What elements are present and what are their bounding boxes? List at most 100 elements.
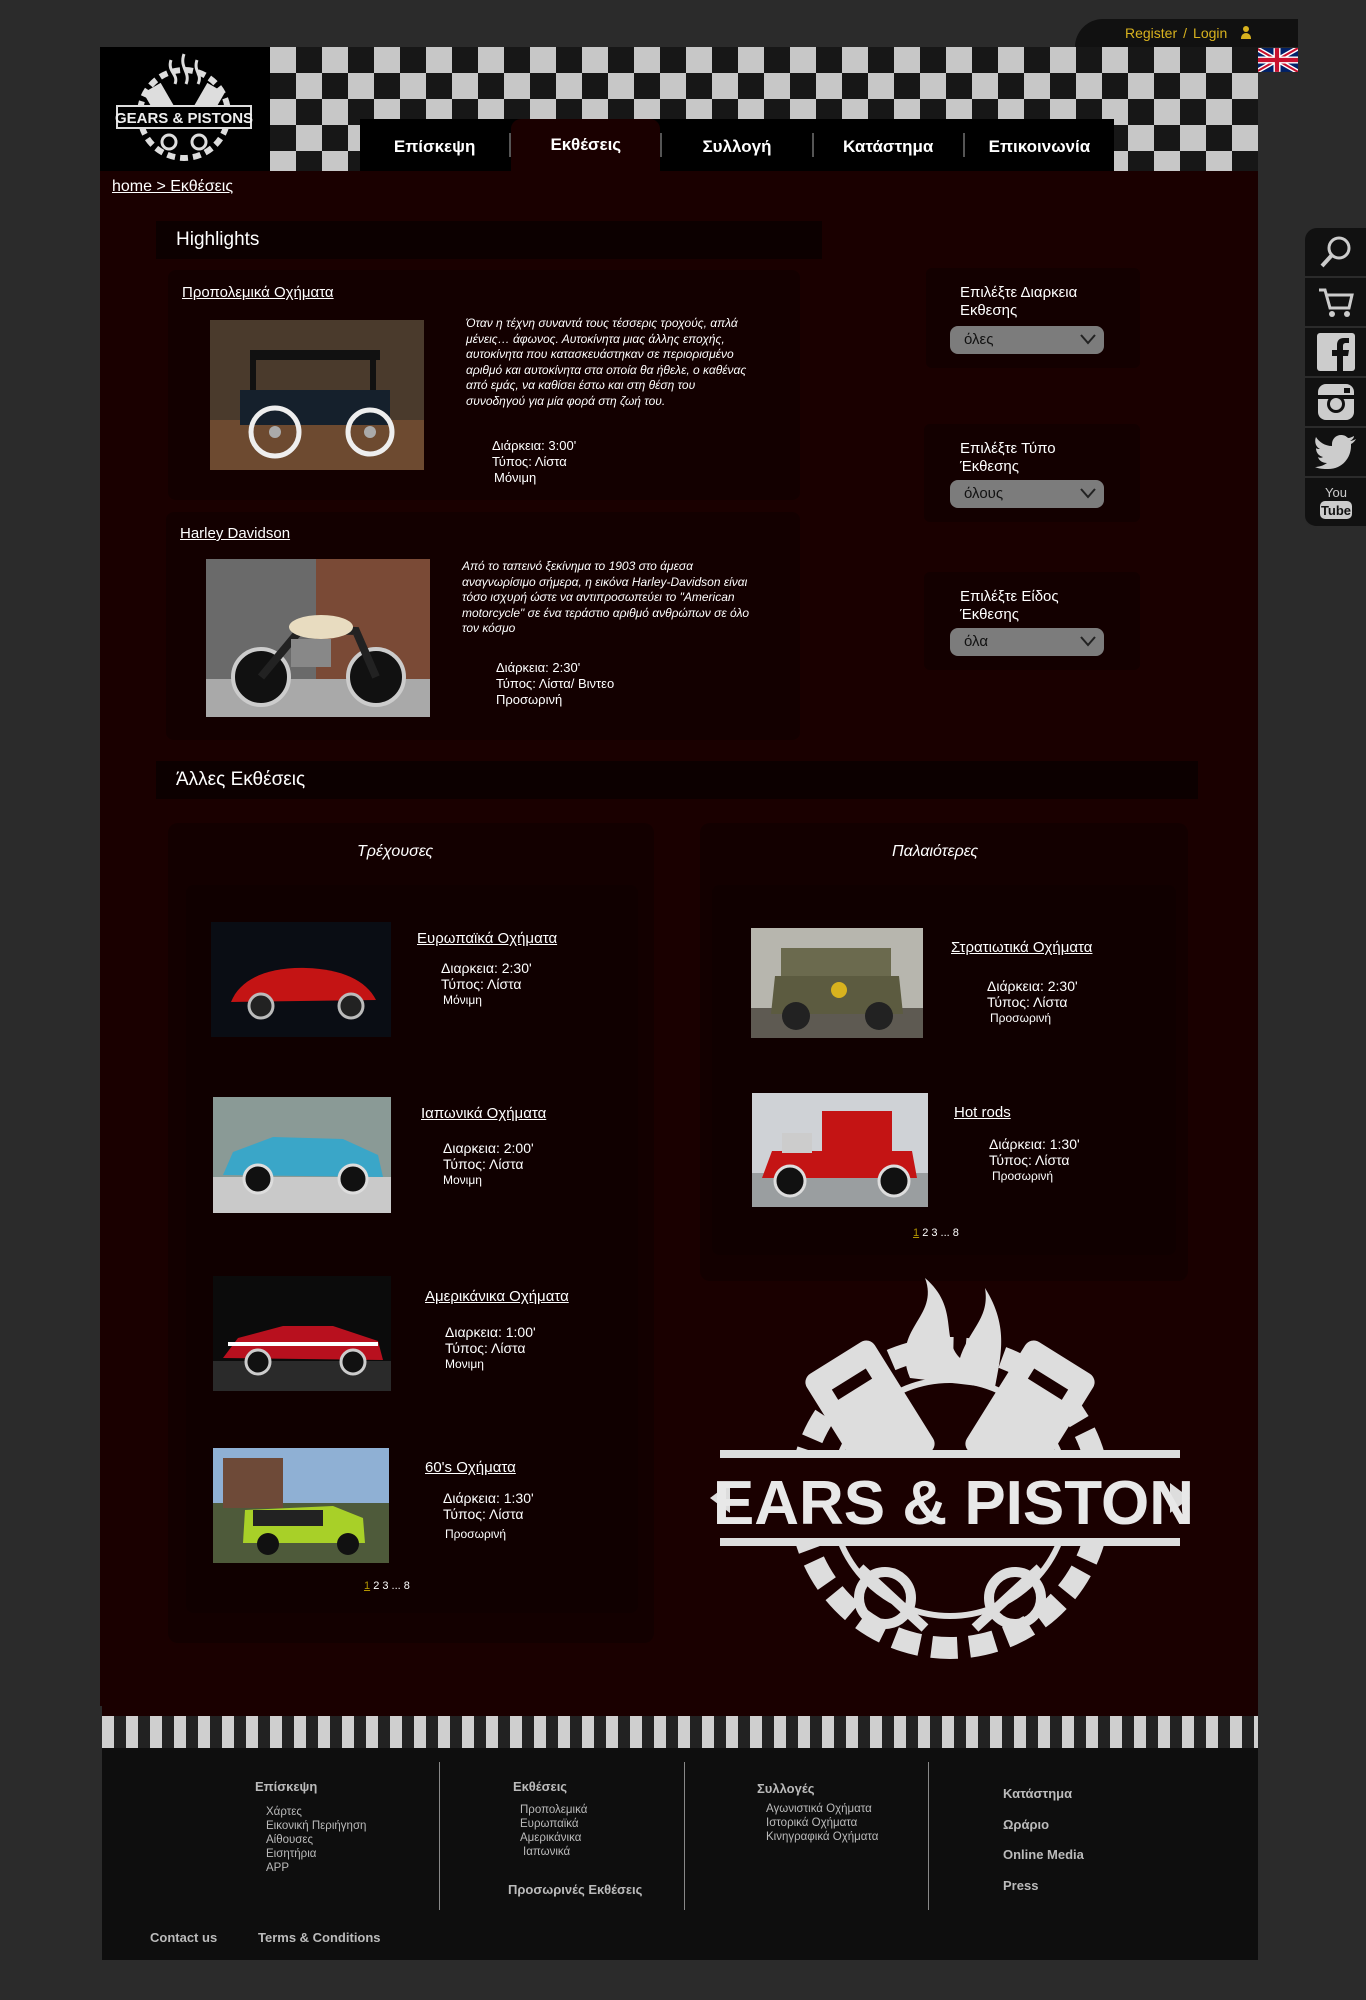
- duration-text: Διάρκεια: 1:30': [989, 1136, 1080, 1152]
- duration-text: Διαρκεια: 1:00': [445, 1324, 536, 1340]
- harley-photo[interactable]: [206, 559, 430, 717]
- exhibition-title[interactable]: Αμερικάνικα Οχήματα: [425, 1288, 569, 1305]
- prewar-car-photo[interactable]: [210, 320, 424, 470]
- exhibition-title[interactable]: Hot rods: [954, 1104, 1011, 1121]
- footer-link[interactable]: Κινηγραφικά Οχήματα: [766, 1830, 878, 1844]
- select-value: όλα: [964, 633, 989, 650]
- footer-hours-link[interactable]: Ωράριο: [1003, 1817, 1049, 1832]
- other-exhibitions-heading: Άλλες Εκθέσεις: [156, 761, 1198, 799]
- exhibition-title[interactable]: Ευρωπαϊκά Οχήματα: [417, 930, 557, 947]
- svg-text:You: You: [1325, 485, 1347, 500]
- footer-link[interactable]: Χάρτες: [266, 1805, 366, 1819]
- type-text: Τύπος: Λίστα: [443, 1506, 524, 1522]
- exhibition-meta: Διαρκεια: 2:30' Τύπος: Λίστα Μόνιμη: [441, 960, 532, 1008]
- footer-link[interactable]: Αίθουσες: [266, 1833, 366, 1847]
- footer-online-media-link[interactable]: Online Media: [1003, 1847, 1084, 1862]
- duration-text: Διάρκεια: 2:30': [987, 978, 1078, 994]
- footer-link[interactable]: Ευρωπαϊκά: [520, 1817, 587, 1831]
- search-icon[interactable]: [1305, 228, 1366, 278]
- status-text: Μόνιμη: [443, 993, 482, 1007]
- nav-exhibitions[interactable]: Εκθέσεις: [511, 119, 661, 171]
- login-link[interactable]: Login: [1193, 25, 1227, 41]
- uk-flag-icon[interactable]: [1256, 48, 1298, 72]
- svg-text:GEARS & PISTONS: GEARS & PISTONS: [115, 110, 253, 127]
- exhibition-meta: Διάρκεια: 1:30' Τύπος: Λίστα Προσωρινή: [989, 1136, 1080, 1184]
- footer-link[interactable]: Ιαπωνικά: [520, 1845, 587, 1859]
- status-text: Μόνιμη: [494, 470, 537, 485]
- american-car-photo[interactable]: [213, 1276, 391, 1391]
- exhibition-title[interactable]: 60's Οχήματα: [425, 1459, 516, 1476]
- exhibition-title[interactable]: Ιαπωνικά Οχήματα: [421, 1105, 546, 1122]
- type-text: Τύπος: Λίστα: [445, 1340, 526, 1356]
- breadcrumb[interactable]: home > Εκθέσεις: [112, 178, 233, 196]
- footer-link[interactable]: Αμερικάνικα: [520, 1831, 587, 1845]
- highlight-description: Όταν η τέχνη συναντά τους τέσσερις τροχο…: [466, 316, 747, 408]
- main-nav: Επίσκεψη Εκθέσεις Συλλογή Κατάστημα Επικ…: [360, 119, 1114, 171]
- footer-divider: [684, 1762, 685, 1910]
- nav-shop[interactable]: Κατάστημα: [814, 123, 963, 171]
- military-vehicle-photo[interactable]: [751, 928, 923, 1038]
- site-logo[interactable]: GEARS & PISTONS: [100, 47, 268, 171]
- footer-visit-title[interactable]: Επίσκεψη: [255, 1779, 317, 1794]
- type-text: Τύπος: Λίστα: [443, 1156, 524, 1172]
- status-text: Προσωρινή: [496, 692, 563, 707]
- contact-us-link[interactable]: Contact us: [150, 1930, 217, 1945]
- status-text: Προσωρινή: [445, 1527, 507, 1541]
- select-value: όλες: [964, 331, 994, 348]
- page-links[interactable]: 2 3 ... 8: [373, 1580, 410, 1592]
- page-links[interactable]: 2 3 ... 8: [922, 1227, 959, 1239]
- european-car-photo[interactable]: [211, 922, 391, 1037]
- sixties-car-photo[interactable]: [213, 1448, 389, 1563]
- page-current[interactable]: 1: [913, 1227, 919, 1239]
- register-link[interactable]: Register: [1125, 25, 1177, 41]
- footer-temporary-exhibitions[interactable]: Προσωρινές Εκθέσεις: [508, 1882, 642, 1897]
- select-value: όλους: [964, 485, 1004, 502]
- footer-exhibitions-title[interactable]: Εκθέσεις: [513, 1779, 567, 1794]
- highlight-title[interactable]: Harley Davidson: [180, 525, 290, 542]
- instagram-icon[interactable]: [1305, 378, 1366, 428]
- page-current[interactable]: 1: [364, 1580, 370, 1592]
- type-select[interactable]: όλους: [950, 480, 1104, 508]
- footer-link[interactable]: Προπολεμικά: [520, 1803, 587, 1817]
- footer-link[interactable]: APP: [266, 1861, 366, 1875]
- user-icon[interactable]: [1239, 26, 1253, 40]
- twitter-icon[interactable]: [1305, 428, 1366, 478]
- nav-visit[interactable]: Επίσκεψη: [360, 123, 509, 171]
- highlight-title[interactable]: Προπολεμικά Οχήματα: [182, 284, 334, 301]
- cart-icon[interactable]: [1305, 278, 1366, 328]
- footer-link[interactable]: Αγωνιστικά Οχήματα: [766, 1802, 878, 1816]
- site-header: GEARS & PISTONS Επίσκεψη Εκθέσεις Συλλογ…: [100, 47, 1258, 171]
- duration-select[interactable]: όλες: [950, 326, 1104, 354]
- nav-contact[interactable]: Επικοινωνία: [965, 123, 1114, 171]
- exhibition-meta: Διαρκεια: 1:00' Τύπος: Λίστα Μονιμη: [445, 1324, 536, 1372]
- site-footer: Επίσκεψη Χάρτες Εικονική Περιήγηση Αίθου…: [102, 1748, 1258, 1960]
- youtube-icon[interactable]: You Tube: [1305, 478, 1366, 528]
- footer-checkered-strip: [102, 1706, 1258, 1748]
- duration-filter: Επιλέξτε Διαρκεια Εκθεσης όλες: [926, 268, 1140, 368]
- hot-rod-photo[interactable]: [752, 1093, 928, 1207]
- facebook-icon[interactable]: [1305, 328, 1366, 378]
- footer-link[interactable]: Ιστορικά Οχήματα: [766, 1816, 878, 1830]
- footer-divider: [439, 1762, 440, 1910]
- older-pagination: 1 2 3 ... 8: [913, 1227, 959, 1239]
- status-text: Προσωρινή: [992, 1169, 1054, 1183]
- exhibition-title[interactable]: Στρατιωτικά Οχήματα: [951, 939, 1092, 956]
- footer-link[interactable]: Εικονική Περιήγηση: [266, 1819, 366, 1833]
- social-sidebar: You Tube: [1305, 228, 1366, 528]
- chevron-down-icon: [1080, 636, 1096, 647]
- svg-text:Tube: Tube: [1320, 503, 1350, 518]
- highlight-card: Προπολεμικά Οχήματα Όταν η τέχνη συναντά…: [168, 270, 800, 500]
- kind-select[interactable]: όλα: [950, 628, 1104, 656]
- footer-link[interactable]: Εισητήρια: [266, 1847, 366, 1861]
- highlight-meta: Διάρκεια: 3:00' Τύπος: Λίστα Μόνιμη: [492, 438, 576, 486]
- filter-label: Επιλέξτε Τύπο Έκθεσης: [960, 440, 1056, 475]
- nav-collection[interactable]: Συλλογή: [662, 123, 811, 171]
- footer-press-link[interactable]: Press: [1003, 1878, 1038, 1893]
- chevron-down-icon: [1080, 488, 1096, 499]
- footer-shop-link[interactable]: Κατάστημα: [1003, 1786, 1072, 1801]
- footer-exhibitions-list: Προπολεμικά Ευρωπαϊκά Αμερικάνικα Ιαπωνι…: [520, 1803, 587, 1859]
- japanese-car-photo[interactable]: [213, 1097, 391, 1213]
- duration-text: Διάρκεια: 3:00': [492, 438, 577, 453]
- terms-link[interactable]: Terms & Conditions: [258, 1930, 381, 1945]
- footer-collections-title[interactable]: Συλλογές: [757, 1781, 814, 1796]
